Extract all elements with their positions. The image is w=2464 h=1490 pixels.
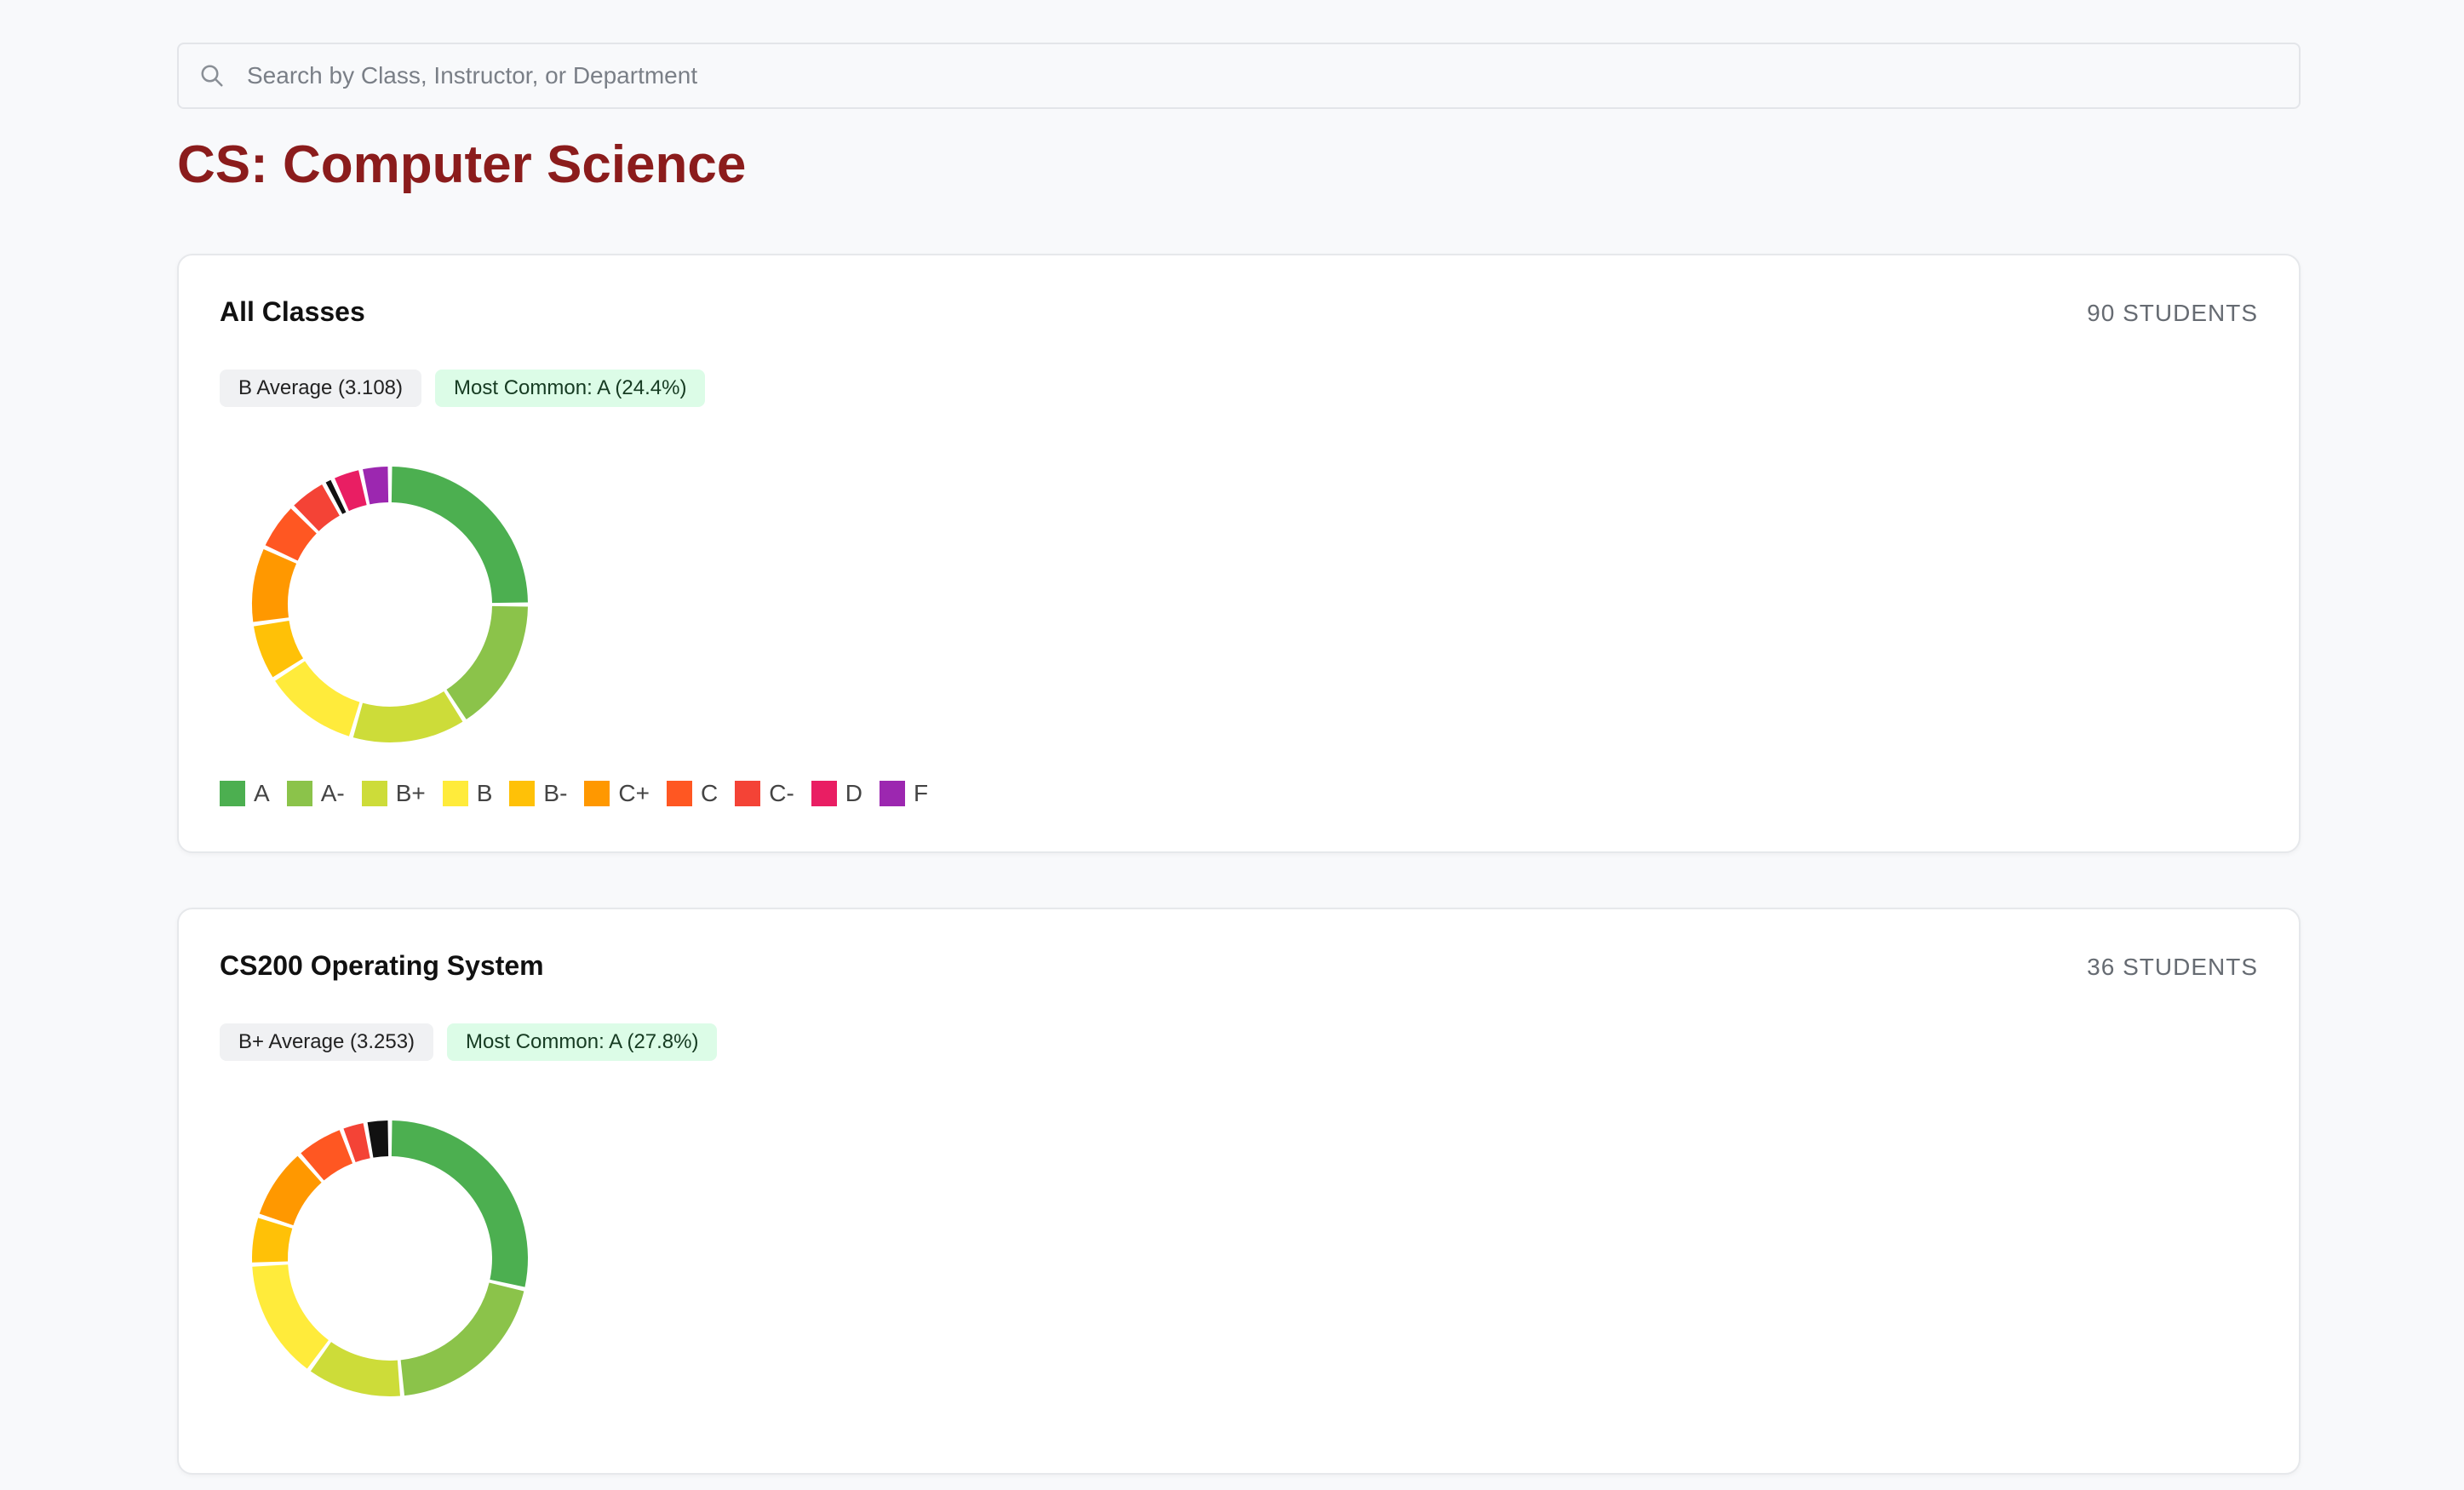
legend-label: C+ — [618, 780, 650, 806]
legend-label: C- — [769, 780, 794, 806]
class-card: All Classes 90 STUDENTS B Average (3.108… — [177, 254, 2301, 853]
donut-slice-b-minusplus — [310, 1342, 400, 1396]
donut-slice-a-minus — [446, 605, 528, 719]
legend-item-a: A — [220, 780, 270, 807]
donut-slice-f — [363, 467, 389, 505]
legend-item-c-minus: C- — [735, 780, 794, 807]
legend-label: D — [845, 780, 862, 806]
legend-swatch — [584, 781, 610, 806]
legend-label: B — [476, 780, 493, 806]
legend-swatch — [286, 781, 312, 806]
search-input[interactable] — [245, 61, 2299, 90]
average-badge: B Average (3.108) — [220, 370, 422, 407]
legend-item-d: D — [811, 780, 862, 807]
donut-slice-b-minusplus — [352, 691, 463, 742]
average-badge: B+ Average (3.253) — [220, 1023, 434, 1061]
legend-swatch — [361, 781, 387, 806]
legend-item-b-minus: B- — [509, 780, 567, 807]
most-common-badge: Most Common: A (27.8%) — [447, 1023, 718, 1061]
legend-label: B+ — [395, 780, 426, 806]
student-count: 90 STUDENTS — [2087, 300, 2258, 326]
student-count: 36 STUDENTS — [2087, 954, 2258, 980]
legend-swatch — [666, 781, 692, 806]
legend-item-b: B — [442, 780, 493, 807]
grade-legend: A A- B+ B B- C+ C C- D F — [220, 780, 945, 807]
donut-slice-a — [391, 1120, 528, 1287]
legend-label: F — [914, 780, 929, 806]
legend-label: A- — [320, 780, 345, 806]
donut-slice-b — [252, 1264, 329, 1369]
legend-label: B- — [543, 780, 568, 806]
donut-slice-other — [367, 1120, 389, 1158]
grade-donut-chart — [252, 1120, 528, 1396]
donut-slice-b — [275, 661, 360, 736]
legend-item-f: F — [880, 780, 928, 807]
class-title: CS200 Operating System — [220, 950, 544, 981]
legend-label: A — [254, 780, 270, 806]
legend-swatch — [220, 781, 245, 806]
legend-item-c: C — [666, 780, 719, 807]
legend-item-b-plus: B+ — [361, 780, 426, 807]
search-icon — [201, 65, 223, 87]
legend-swatch — [880, 781, 905, 806]
class-card: CS200 Operating System 36 STUDENTS B+ Av… — [177, 908, 2301, 1475]
donut-slice-c-minusplus — [252, 549, 297, 622]
page-title: CS: Computer Science — [177, 135, 747, 194]
grade-donut-chart — [252, 467, 528, 742]
legend-swatch — [735, 781, 761, 806]
legend-label: C — [700, 780, 719, 806]
donut-slice-a — [391, 467, 528, 604]
most-common-badge: Most Common: A (24.4%) — [435, 370, 706, 407]
legend-swatch — [811, 781, 837, 806]
legend-swatch — [509, 781, 536, 806]
class-title: All Classes — [220, 296, 365, 327]
donut-slice-b-minus — [252, 1218, 293, 1263]
legend-swatch — [442, 781, 468, 806]
search-bar[interactable] — [177, 43, 2301, 109]
legend-item-c-plus: C+ — [584, 780, 650, 807]
legend-item-a-minus: A- — [286, 780, 345, 807]
donut-slice-a-minus — [400, 1282, 524, 1396]
